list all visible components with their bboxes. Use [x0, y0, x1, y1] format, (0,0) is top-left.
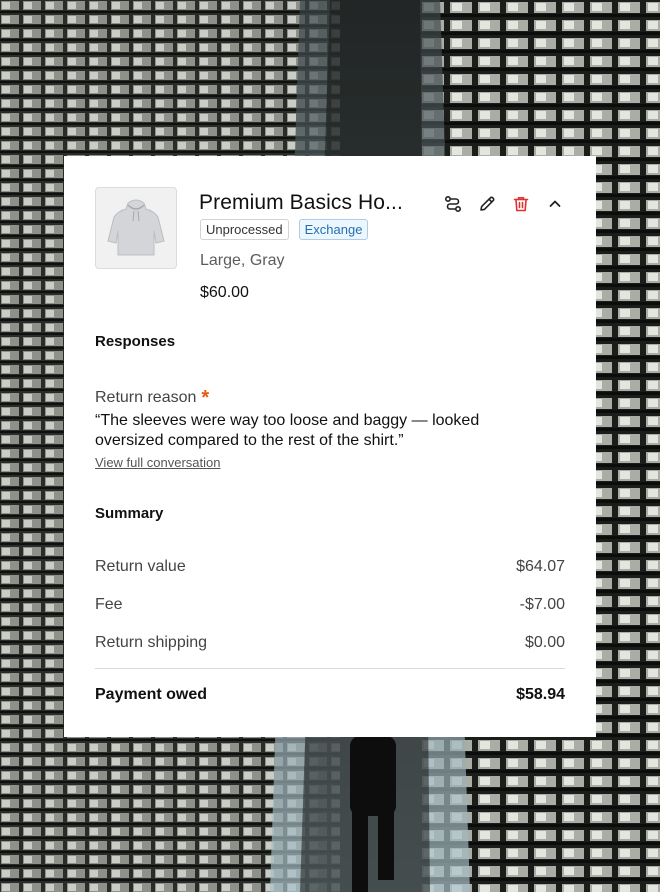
payment-owed-value: $58.94 — [516, 686, 565, 703]
summary-row-return-value: Return value $64.07 — [95, 558, 565, 576]
summary-row-value: -$7.00 — [519, 596, 565, 613]
required-marker: * — [201, 387, 210, 409]
route-icon[interactable] — [444, 195, 462, 213]
item-actions — [444, 195, 564, 213]
exchange-badge: Exchange — [298, 219, 369, 240]
pencil-icon[interactable] — [478, 195, 496, 213]
responses-heading: Responses — [95, 333, 176, 350]
return-reason-label-text: Return reason — [95, 389, 197, 406]
hoodie-icon — [107, 199, 165, 256]
payment-owed-label: Payment owed — [95, 686, 208, 703]
summary-row-label: Return shipping — [95, 634, 208, 651]
summary-row-value: $0.00 — [524, 634, 565, 651]
summary-row-label: Fee — [95, 596, 123, 613]
payment-owed-row: Payment owed $58.94 — [95, 686, 565, 704]
product-price: $60.00 — [200, 284, 249, 301]
summary-row-value: $64.07 — [516, 558, 565, 575]
status-badge: Unprocessed — [200, 219, 289, 240]
product-variant: Large, Gray — [200, 252, 285, 269]
summary-row-fee: Fee -$7.00 — [95, 596, 565, 614]
summary-heading: Summary — [95, 505, 164, 522]
product-thumbnail — [95, 187, 177, 269]
return-item-card: Premium Basics Ho... Unprocessed Exchang… — [64, 156, 596, 737]
return-reason-text: “The sleeves were way too loose and bagg… — [95, 412, 480, 449]
summary-divider — [95, 668, 565, 669]
trash-icon[interactable] — [512, 195, 530, 213]
product-title: Premium Basics Ho... — [199, 191, 403, 214]
summary-row-return-shipping: Return shipping $0.00 — [95, 634, 565, 652]
return-reason-label: Return reason * — [95, 385, 210, 409]
view-conversation-link[interactable]: View full conversation — [95, 455, 221, 470]
badge-group: Unprocessed Exchange — [200, 219, 369, 240]
chevron-up-icon[interactable] — [546, 195, 564, 213]
summary-row-label: Return value — [95, 558, 186, 575]
